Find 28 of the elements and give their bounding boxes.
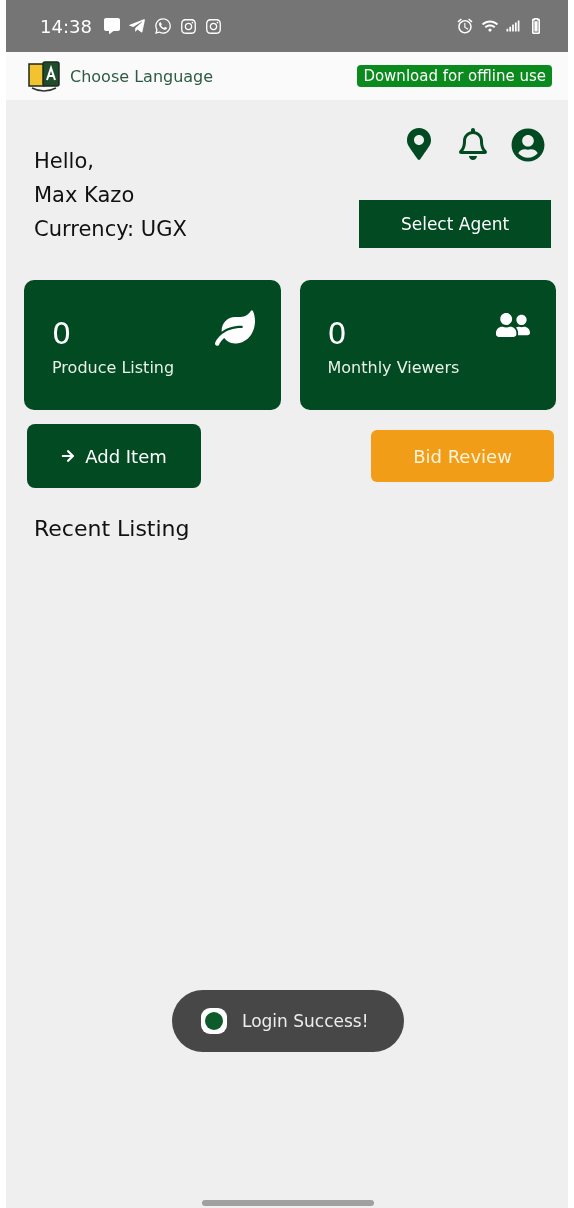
stat-value: 0 <box>327 316 347 352</box>
wifi-icon <box>482 18 498 34</box>
message-icon <box>103 18 120 34</box>
stat-label: Produce Listing <box>52 358 175 377</box>
alarm-icon <box>456 17 474 35</box>
section-heading: Recent Listing <box>34 516 191 541</box>
choose-language-link[interactable]: Choose Language <box>70 66 214 86</box>
stat-value: 0 <box>52 316 72 352</box>
profile-icon[interactable] <box>511 128 545 162</box>
camera-icon <box>204 17 222 35</box>
camera-icon <box>179 17 197 35</box>
select-agent-button[interactable]: Select Agent <box>359 200 551 248</box>
arrow-icon <box>61 449 76 463</box>
greeting-text: Currency: UGX <box>34 216 187 243</box>
greeting-text: Max Kazo <box>34 182 136 209</box>
app-icon <box>200 1007 228 1035</box>
leaf-icon <box>214 308 255 348</box>
clock-time: 14:38 <box>40 15 92 37</box>
stat-label: Monthly Viewers <box>327 358 460 377</box>
notification-bell-icon[interactable] <box>457 128 489 160</box>
greeting-text: Hello, <box>34 148 95 175</box>
add-item-button[interactable]: Add Item <box>27 424 201 488</box>
toast-message: Login Success! <box>242 1011 369 1031</box>
signal-icon <box>506 19 520 33</box>
chat-bubble-icon <box>153 17 172 35</box>
download-offline-button[interactable]: Download for offline use <box>357 65 552 87</box>
translate-icon[interactable] <box>26 58 62 94</box>
plane-icon <box>127 17 146 35</box>
